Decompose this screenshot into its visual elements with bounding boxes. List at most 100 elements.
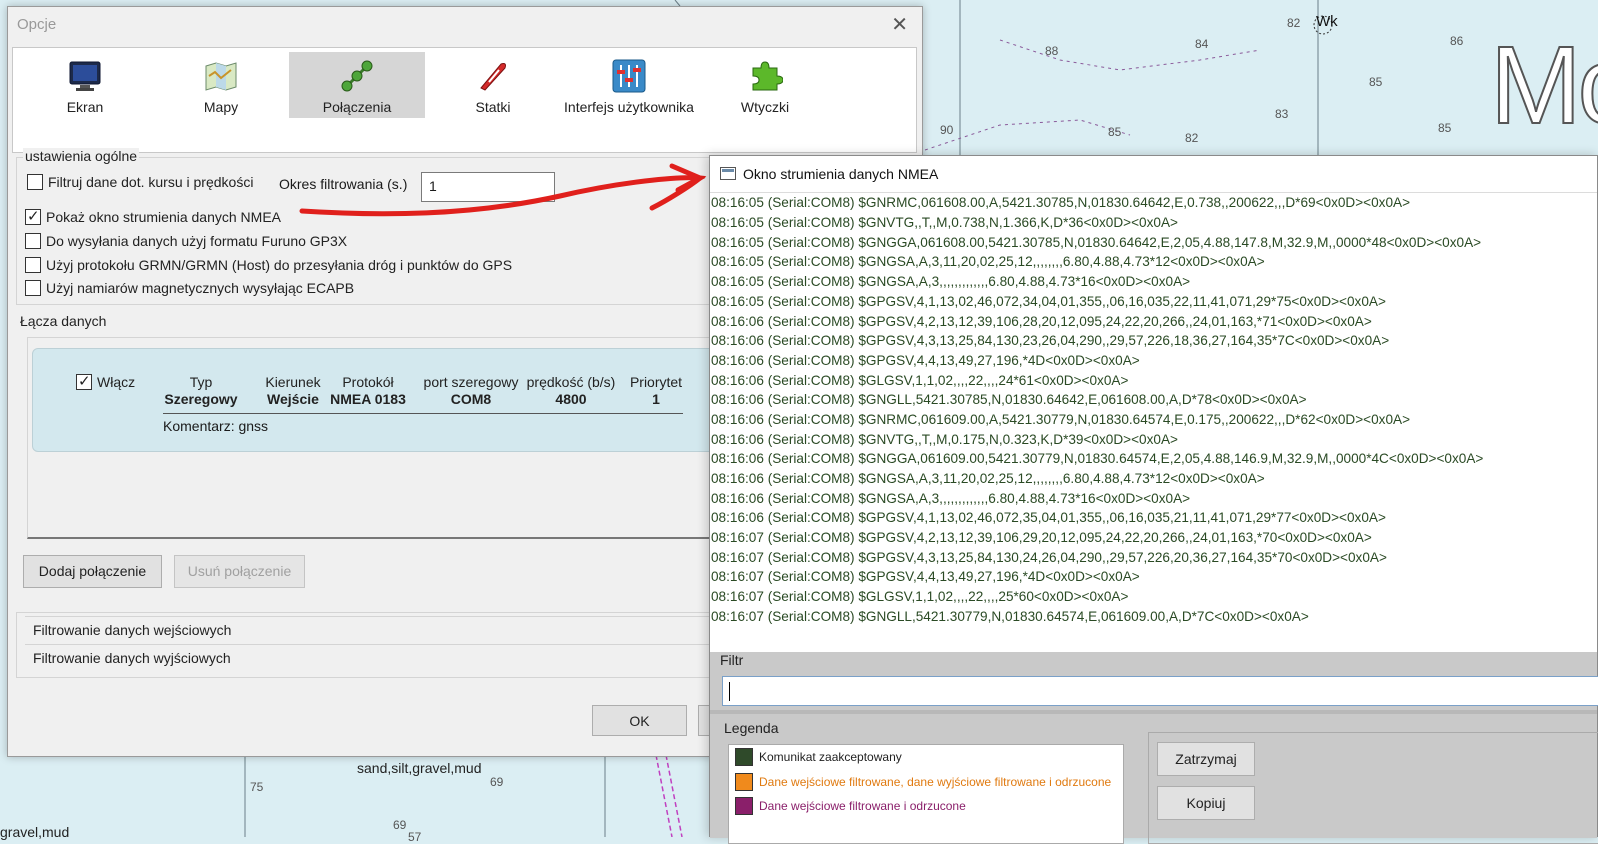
column-speed: prędkość (b/s) 4800 <box>521 374 621 407</box>
remove-connection-button[interactable]: Usuń połączenie <box>174 555 305 588</box>
column-header: port szeregowy <box>423 374 519 390</box>
log-line: 08:16:06 (Serial:COM8) $GNRMC,061609.00,… <box>711 412 1411 427</box>
checkbox-label: Do wysyłania danych użyj formatu Furuno … <box>46 233 348 249</box>
legend-swatch <box>735 773 753 791</box>
seabed-note: sand,silt,gravel,mud <box>357 760 482 776</box>
options-tab-strip: Ekran Mapy Połączenia Statki Interfejs u… <box>12 47 917 153</box>
output-filtering-section[interactable]: Filtrowanie danych wyjściowych <box>25 644 725 670</box>
log-line: 08:16:05 (Serial:COM8) $GNGSA,A,3,11,20,… <box>711 254 1265 269</box>
add-connection-button[interactable]: Dodaj połączenie <box>23 555 162 588</box>
copy-button[interactable]: Kopiuj <box>1157 786 1255 820</box>
wreck-label: Wk <box>1316 13 1338 30</box>
column-header: Kierunek <box>265 374 321 390</box>
legend-section: Legenda Komunikat zaakceptowany Dane wej… <box>710 710 1598 844</box>
column-protocol: Protokół NMEA 0183 <box>323 374 413 407</box>
column-value: Wejście <box>267 391 319 407</box>
log-line: 08:16:06 (Serial:COM8) $GPGSV,4,2,13,12,… <box>711 314 1372 329</box>
depth-sounding: 90 <box>940 123 954 137</box>
puzzle-icon <box>752 61 783 91</box>
checkbox-box <box>25 233 41 249</box>
depth-sounding: 82 <box>1287 16 1301 30</box>
log-line: 08:16:07 (Serial:COM8) $GPGSV,4,2,13,12,… <box>711 530 1372 545</box>
depth-sounding: 88 <box>1045 44 1059 58</box>
tab-label: Mapy <box>203 99 239 115</box>
input-value: 1 <box>429 178 437 194</box>
log-line: 08:16:06 (Serial:COM8) $GNGLL,5421.30785… <box>711 392 1307 407</box>
log-line: 08:16:05 (Serial:COM8) $GNVTG,,T,,M,0.73… <box>711 215 1178 230</box>
legend-label: Legenda <box>724 720 779 736</box>
log-line: 08:16:07 (Serial:COM8) $GPGSV,4,3,13,25,… <box>711 550 1387 565</box>
tab-label: Wtyczki <box>740 99 790 115</box>
log-line: 08:16:06 (Serial:COM8) $GPGSV,4,3,13,25,… <box>711 333 1390 348</box>
connection-entry[interactable]: Włącz Typ Szeregowy Kierunek Wejście Pro… <box>32 348 722 452</box>
ecapb-checkbox[interactable]: Użyj namiarów magnetycznych wysyłając EC… <box>25 280 354 296</box>
tab-mapy[interactable]: Mapy <box>153 52 289 118</box>
window-icon <box>720 167 736 180</box>
legend-item-filtered-rejected-output: Dane wejściowe filtrowane, dane wyjściow… <box>735 773 1111 791</box>
legend-box: Komunikat zaakceptowany Dane wejściowe f… <box>728 744 1124 844</box>
column-header: Priorytet <box>629 374 683 390</box>
checkbox-label: Użyj namiarów magnetycznych wysyłając EC… <box>46 280 355 296</box>
depth-sounding: 85 <box>1108 125 1122 139</box>
log-line: 08:16:06 (Serial:COM8) $GLGSV,1,1,02,,,,… <box>711 373 1129 388</box>
log-line: 08:16:05 (Serial:COM8) $GNRMC,061608.00,… <box>711 195 1411 210</box>
checkbox-label: Filtruj dane dot. kursu i prędkości <box>48 174 254 190</box>
legend-item-accepted: Komunikat zaakceptowany <box>735 748 902 766</box>
depth-sounding: 75 <box>250 780 264 794</box>
dialog-title: Opcje <box>17 16 57 33</box>
checkbox-label: Pokaż okno strumienia danych NMEA <box>46 209 281 225</box>
window-titlebar[interactable]: Okno strumienia danych NMEA <box>710 156 1597 192</box>
log-line: 08:16:05 (Serial:COM8) $GNGGA,061608.00,… <box>711 235 1482 250</box>
checkbox-label: Włącz <box>97 374 136 390</box>
close-button[interactable]: ✕ <box>891 12 908 37</box>
nmea-log[interactable]: 08:16:05 (Serial:COM8) $GNRMC,061608.00,… <box>710 192 1597 652</box>
depth-sounding: 83 <box>1275 107 1289 121</box>
column-type: Typ Szeregowy <box>161 374 241 407</box>
connections-icon <box>341 60 373 92</box>
checkbox-box <box>27 174 43 190</box>
depth-sounding: 69 <box>393 818 407 832</box>
nmea-stream-window: Okno strumienia danych NMEA 08:16:05 (Se… <box>709 155 1598 844</box>
stop-button[interactable]: Zatrzymaj <box>1157 742 1255 776</box>
ok-button[interactable]: OK <box>592 705 687 736</box>
enable-connection-checkbox[interactable]: Włącz <box>76 372 136 390</box>
tab-polaczenia[interactable]: Połączenia <box>289 52 425 118</box>
log-line: 08:16:07 (Serial:COM8) $GNGLL,5421.30779… <box>711 609 1309 624</box>
log-line: 08:16:05 (Serial:COM8) $GPGSV,4,1,13,02,… <box>711 294 1386 309</box>
depth-sounding: 85 <box>1438 121 1452 135</box>
tab-statki[interactable]: Statki <box>425 52 561 118</box>
legend-text: Komunikat zaakceptowany <box>759 750 902 764</box>
input-filtering-section[interactable]: Filtrowanie danych wejściowych <box>25 616 725 642</box>
tab-ekran[interactable]: Ekran <box>17 52 153 118</box>
furuno-checkbox[interactable]: Do wysyłania danych użyj formatu Furuno … <box>25 233 347 249</box>
log-line: 08:16:06 (Serial:COM8) $GNVTG,,T,,M,0.17… <box>711 432 1178 447</box>
checkbox-label: Użyj protokołu GRMN/GRMN (Host) do przes… <box>46 257 513 273</box>
column-priority: Priorytet 1 <box>621 374 691 407</box>
filter-input[interactable] <box>722 676 1598 706</box>
depth-sounding: 82 <box>1185 131 1199 145</box>
legend-swatch <box>735 748 753 766</box>
tab-wtyczki[interactable]: Wtyczki <box>697 52 833 118</box>
tab-interfejs[interactable]: Interfejs użytkownika <box>561 52 697 118</box>
depth-sounding: 69 <box>490 775 504 789</box>
depth-sounding: 57 <box>408 830 422 844</box>
tab-label: Statki <box>475 99 511 115</box>
filter-period-input[interactable]: 1 <box>421 172 555 202</box>
filter-section: Filtr <box>710 652 1598 710</box>
show-nmea-checkbox[interactable]: Pokaż okno strumienia danych NMEA <box>25 207 281 225</box>
log-line: 08:16:06 (Serial:COM8) $GPGSV,4,4,13,49,… <box>711 353 1140 368</box>
monitor-icon <box>69 61 101 91</box>
column-header: Protokół <box>342 374 394 390</box>
column-direction: Kierunek Wejście <box>253 374 333 407</box>
legend-text: Dane wejściowe filtrowane, dane wyjściow… <box>759 775 1112 789</box>
chart-place-name: Mo <box>1489 23 1598 148</box>
log-line: 08:16:06 (Serial:COM8) $GNGGA,061609.00,… <box>711 451 1484 466</box>
connection-comment: Komentarz: gnss <box>163 418 269 434</box>
filter-course-speed-checkbox[interactable]: Filtruj dane dot. kursu i prędkości <box>27 174 253 190</box>
grmn-checkbox[interactable]: Użyj protokołu GRMN/GRMN (Host) do przes… <box>25 257 512 273</box>
window-title: Okno strumienia danych NMEA <box>743 166 939 182</box>
filter-period-label: Okres filtrowania (s.) <box>279 176 408 192</box>
log-line: 08:16:06 (Serial:COM8) $GPGSV,4,1,13,02,… <box>711 510 1386 525</box>
column-header: prędkość (b/s) <box>526 374 616 390</box>
log-line: 08:16:06 (Serial:COM8) $GNGSA,A,3,,,,,,,… <box>711 491 1191 506</box>
